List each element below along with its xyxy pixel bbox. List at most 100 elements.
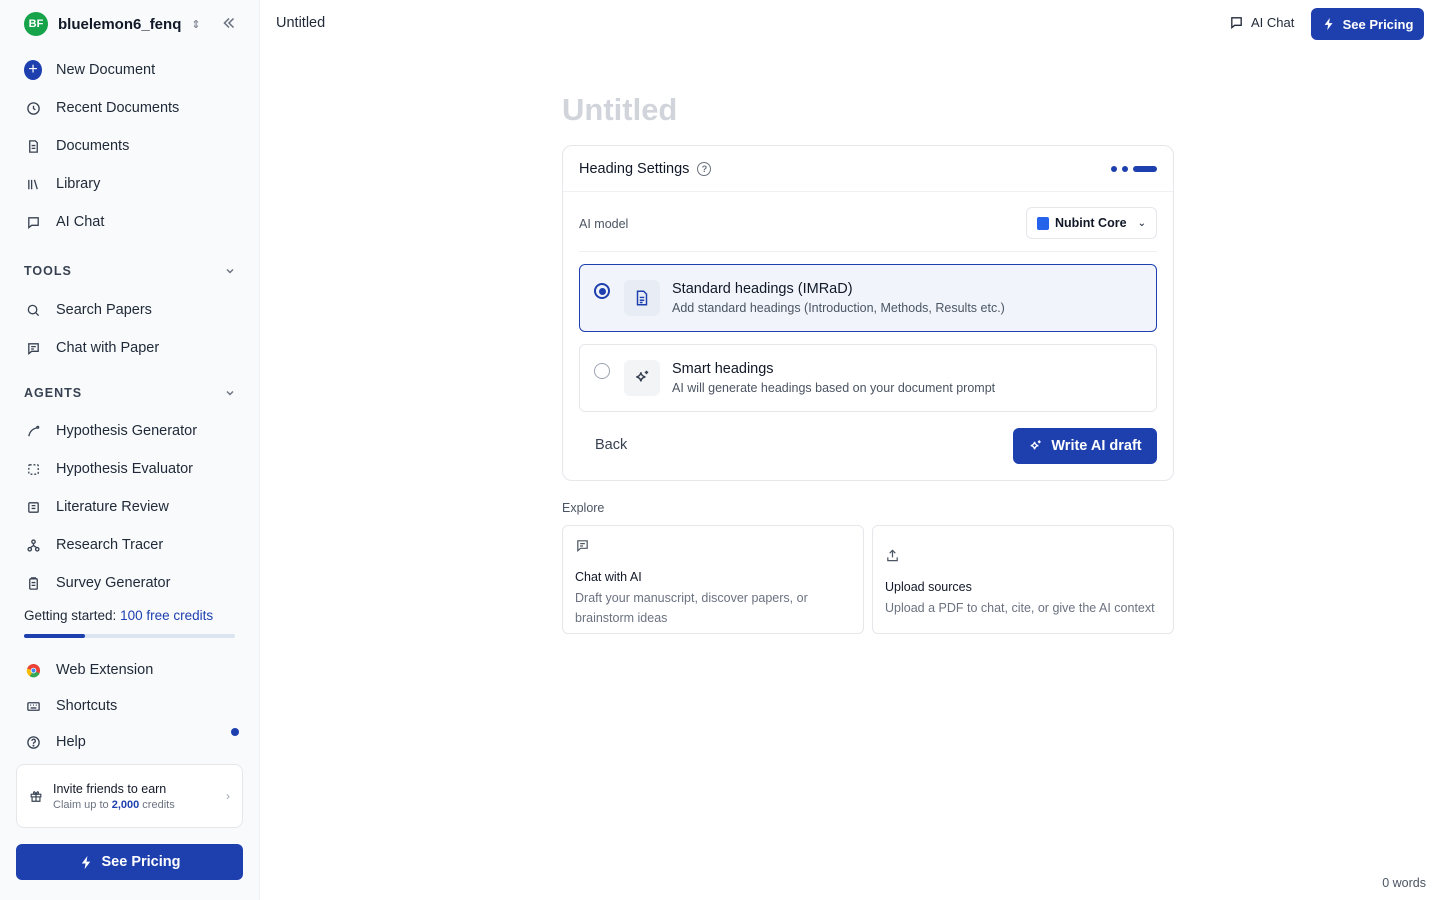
plus-icon: + xyxy=(24,60,42,80)
button-label: Write AI draft xyxy=(1051,438,1142,454)
top-see-pricing-button[interactable]: See Pricing xyxy=(1311,8,1424,40)
document-icon xyxy=(624,280,660,316)
explore-card-description: Draft your manuscript, discover papers, … xyxy=(575,591,808,625)
nav-library[interactable]: Library xyxy=(24,172,244,196)
option-title: Standard headings (IMRaD) xyxy=(672,281,853,297)
clipboard-icon xyxy=(24,574,42,592)
help-circle-icon xyxy=(24,733,42,751)
agents-section-header[interactable]: AGENTS xyxy=(24,386,236,400)
help-icon[interactable]: ? xyxy=(697,161,712,176)
nav-recent-documents[interactable]: Recent Documents xyxy=(24,96,244,120)
back-button[interactable]: Back xyxy=(595,437,627,453)
credits-progress-fill xyxy=(24,634,86,638)
nav-literature-review[interactable]: Literature Review xyxy=(24,495,244,519)
nav-label: Documents xyxy=(56,138,130,154)
chat-icon xyxy=(1231,17,1242,30)
free-credits-link[interactable]: 100 free credits xyxy=(120,608,213,623)
sidebar-see-pricing-button[interactable]: See Pricing xyxy=(16,844,243,880)
nav-label: Hypothesis Evaluator xyxy=(56,461,194,477)
nav-survey-generator[interactable]: Survey Generator xyxy=(24,571,244,595)
tools-section-header[interactable]: TOOLS xyxy=(24,264,236,278)
nav-ai-chat[interactable]: AI Chat xyxy=(24,210,244,234)
search-icon xyxy=(24,301,42,319)
document-icon xyxy=(24,137,42,155)
chevron-down-icon: ⌄ xyxy=(1137,217,1146,229)
option-title: Smart headings xyxy=(672,361,774,377)
credits-prefix: Getting started: xyxy=(24,608,117,623)
gift-icon xyxy=(30,791,42,802)
nav-search-papers[interactable]: Search Papers xyxy=(24,298,244,322)
option-smart-headings[interactable]: Smart headings AI will generate headings… xyxy=(579,344,1157,412)
step-dot xyxy=(1111,165,1117,172)
chevron-down-icon xyxy=(226,391,234,396)
word-count: 0 words xyxy=(1382,876,1426,890)
avatar: BF xyxy=(24,12,48,36)
option-description: Add standard headings (Introduction, Met… xyxy=(672,301,1005,315)
radio-button[interactable] xyxy=(594,283,610,299)
upload-icon xyxy=(887,549,898,562)
account-name: bluelemon6_fenq xyxy=(58,15,182,33)
invite-title: Invite friends to earn xyxy=(53,781,167,796)
radio-button[interactable] xyxy=(594,363,610,379)
chat-lines-icon xyxy=(24,339,42,357)
collapse-sidebar-icon[interactable] xyxy=(220,14,238,32)
invite-friends-card[interactable]: Invite friends to earn Claim up to 2,000… xyxy=(16,764,243,828)
step-active xyxy=(1133,165,1157,172)
nav-label: Literature Review xyxy=(56,499,169,515)
option-description: AI will generate headings based on your … xyxy=(672,381,996,395)
button-label: See Pricing xyxy=(101,854,181,870)
explore-chat-with-ai-card[interactable]: Chat with AI Draft your manuscript, disc… xyxy=(562,525,864,634)
nav-hypothesis-generator[interactable]: Hypothesis Generator xyxy=(24,419,244,443)
document-title[interactable]: Untitled xyxy=(562,92,677,128)
card-title: Heading Settings xyxy=(579,160,690,177)
explore-heading: Explore xyxy=(562,501,605,515)
nav-label: Hypothesis Generator xyxy=(56,423,198,439)
model-value: Nubint Core xyxy=(1055,216,1127,230)
nav-label: Research Tracer xyxy=(56,537,164,553)
invite-amount: 2,000 xyxy=(111,798,140,811)
nav-web-extension[interactable]: Web Extension xyxy=(24,658,244,682)
nav-research-tracer[interactable]: Research Tracer xyxy=(24,533,244,557)
account-switcher[interactable]: BF bluelemon6_fenq ⇕ xyxy=(24,12,201,36)
document-tab-title[interactable]: Untitled xyxy=(276,15,325,31)
option-standard-headings[interactable]: Standard headings (IMRaD) Add standard h… xyxy=(579,264,1157,332)
top-ai-chat-button[interactable]: AI Chat xyxy=(1229,15,1294,30)
heading-settings-card: Heading Settings ? AI model Nubint Core … xyxy=(562,145,1174,481)
credits-progress-bar xyxy=(24,634,235,638)
notification-dot xyxy=(231,728,239,736)
clock-icon xyxy=(24,99,42,117)
network-icon xyxy=(24,536,42,554)
nav-documents[interactable]: Documents xyxy=(24,134,244,158)
nav-label: Web Extension xyxy=(56,662,154,678)
explore-card-title: Chat with AI xyxy=(575,570,642,584)
wand-icon xyxy=(24,422,42,440)
ai-model-row: AI model Nubint Core ⌄ xyxy=(579,207,1157,252)
lightning-icon xyxy=(1324,17,1333,31)
nav-label: Recent Documents xyxy=(56,100,180,116)
nav-label: Shortcuts xyxy=(56,698,118,714)
write-ai-draft-button[interactable]: Write AI draft xyxy=(1013,428,1157,464)
nav-label: Library xyxy=(56,176,101,192)
nav-label: New Document xyxy=(56,62,156,78)
library-icon xyxy=(24,175,42,193)
sparkles-icon xyxy=(1031,439,1042,449)
explore-upload-sources-card[interactable]: Upload sources Upload a PDF to chat, cit… xyxy=(872,525,1174,634)
button-label: AI Chat xyxy=(1251,15,1295,30)
nav-new-document[interactable]: + New Document xyxy=(24,58,244,82)
credits-info: Getting started: 100 free credits xyxy=(24,608,213,623)
nav-shortcuts[interactable]: Shortcuts xyxy=(24,694,244,718)
chat-icon xyxy=(24,213,42,231)
sidebar: BF bluelemon6_fenq ⇕ + New Document Rece… xyxy=(0,0,260,900)
ai-model-select[interactable]: Nubint Core ⌄ xyxy=(1026,207,1157,239)
card-header: Heading Settings ? xyxy=(563,146,1173,192)
nav-label: Survey Generator xyxy=(56,575,171,591)
nav-hypothesis-evaluator[interactable]: Hypothesis Evaluator xyxy=(24,457,244,481)
book-icon xyxy=(24,498,42,516)
invite-sub-prefix: Claim up to xyxy=(53,798,109,811)
nav-chat-with-paper[interactable]: Chat with Paper xyxy=(24,336,244,360)
nav-help[interactable]: Help xyxy=(24,730,244,754)
sparkles-icon xyxy=(624,360,660,396)
chevron-up-down-icon: ⇕ xyxy=(191,18,201,31)
model-logo-icon xyxy=(1037,216,1049,230)
invite-sub-suffix: credits xyxy=(142,798,175,811)
